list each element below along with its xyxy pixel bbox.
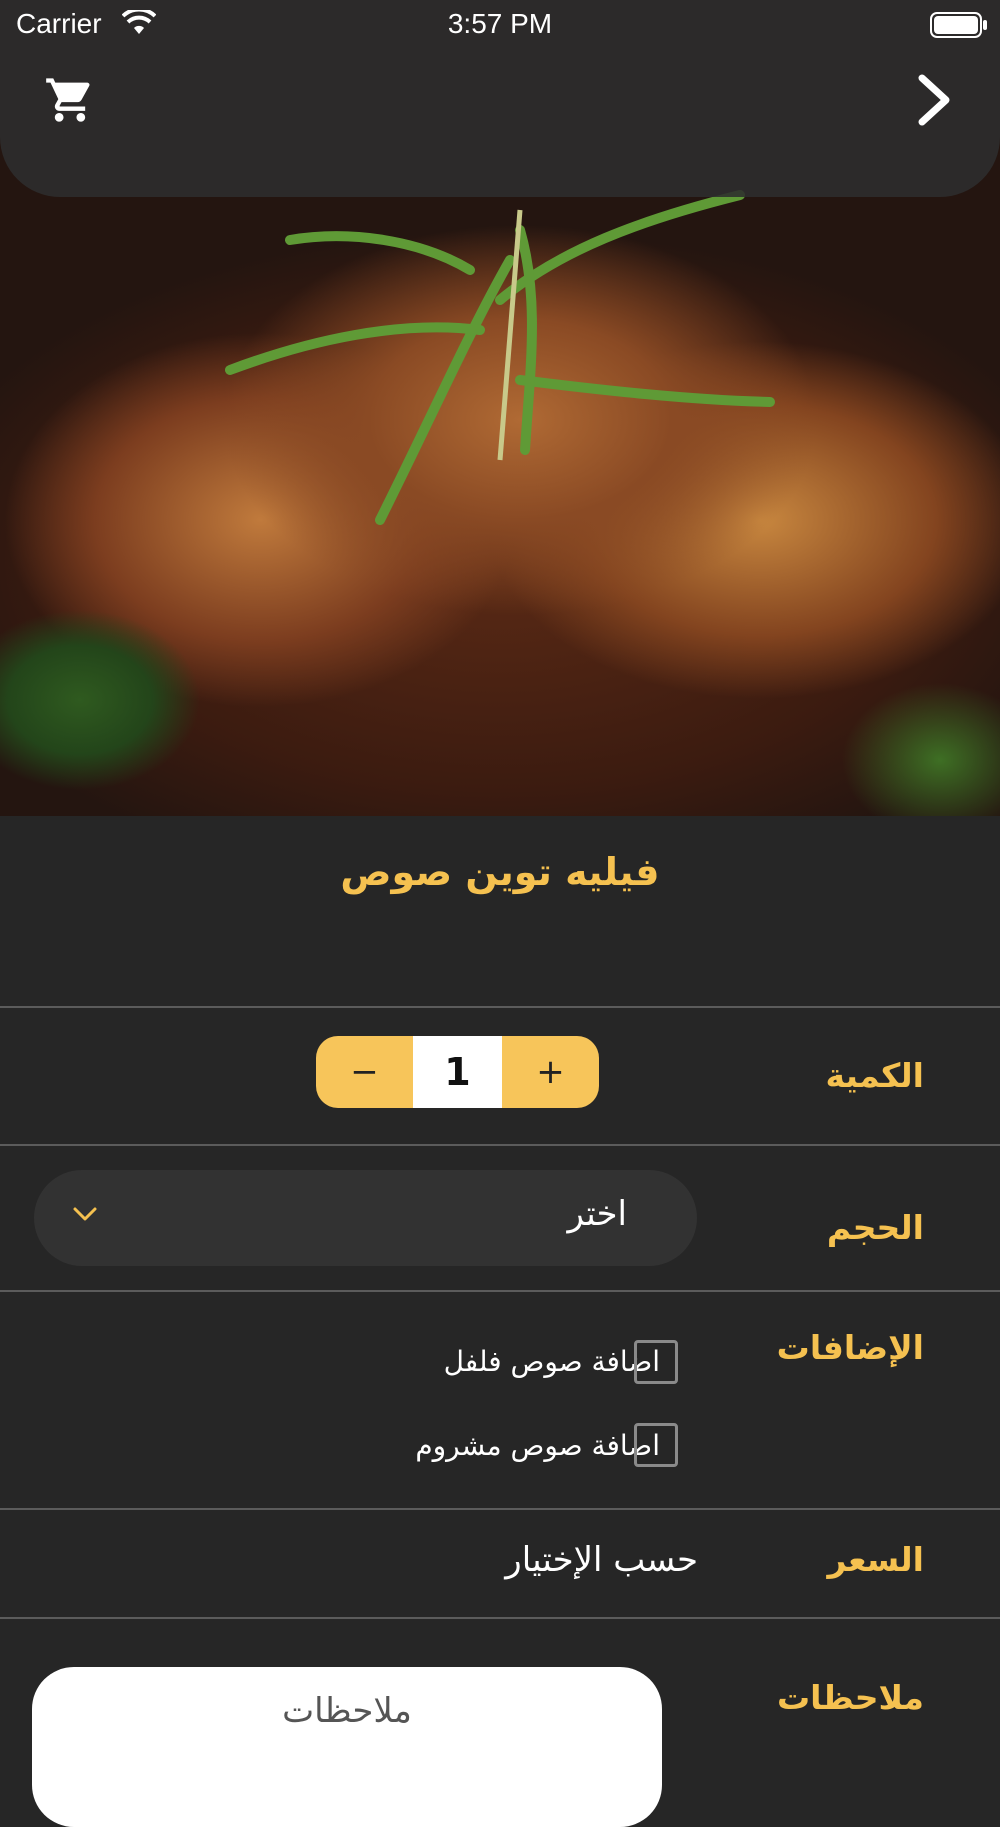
increment-button[interactable]: + — [502, 1036, 599, 1108]
size-selected-value: اختر — [567, 1194, 627, 1234]
price-label: السعر — [827, 1540, 924, 1579]
cart-icon[interactable] — [44, 74, 96, 126]
divider — [0, 1290, 1000, 1292]
divider — [0, 1006, 1000, 1008]
notes-label: ملاحظات — [777, 1678, 924, 1717]
chevron-right-icon[interactable] — [914, 72, 954, 128]
price-value: حسب الإختيار — [505, 1540, 698, 1580]
quantity-value: 1 — [413, 1036, 502, 1108]
divider — [0, 1144, 1000, 1146]
status-bar: Carrier 3:57 PM — [0, 0, 1000, 50]
addon-label: اضافة صوص مشروم — [415, 1428, 660, 1462]
quantity-label: الكمية — [825, 1056, 924, 1095]
product-title: فيليه توين صوص — [340, 850, 660, 894]
size-dropdown[interactable]: اختر — [34, 1170, 697, 1266]
battery-icon — [930, 12, 987, 38]
top-bar: Carrier 3:57 PM — [0, 0, 1000, 197]
quantity-stepper: − 1 + — [316, 1036, 599, 1108]
divider — [0, 1508, 1000, 1510]
size-label: الحجم — [826, 1208, 924, 1247]
divider — [0, 1617, 1000, 1619]
notes-placeholder: ملاحظات — [282, 1691, 412, 1731]
addon-checkbox[interactable] — [634, 1423, 678, 1467]
chevron-down-icon — [73, 1207, 97, 1221]
addon-label: اضافة صوص فلفل — [443, 1344, 660, 1378]
addons-label: الإضافات — [776, 1328, 924, 1367]
notes-input[interactable]: ملاحظات — [32, 1667, 662, 1827]
addon-checkbox[interactable] — [634, 1340, 678, 1384]
decrement-button[interactable]: − — [316, 1036, 413, 1108]
status-time: 3:57 PM — [447, 8, 553, 39]
